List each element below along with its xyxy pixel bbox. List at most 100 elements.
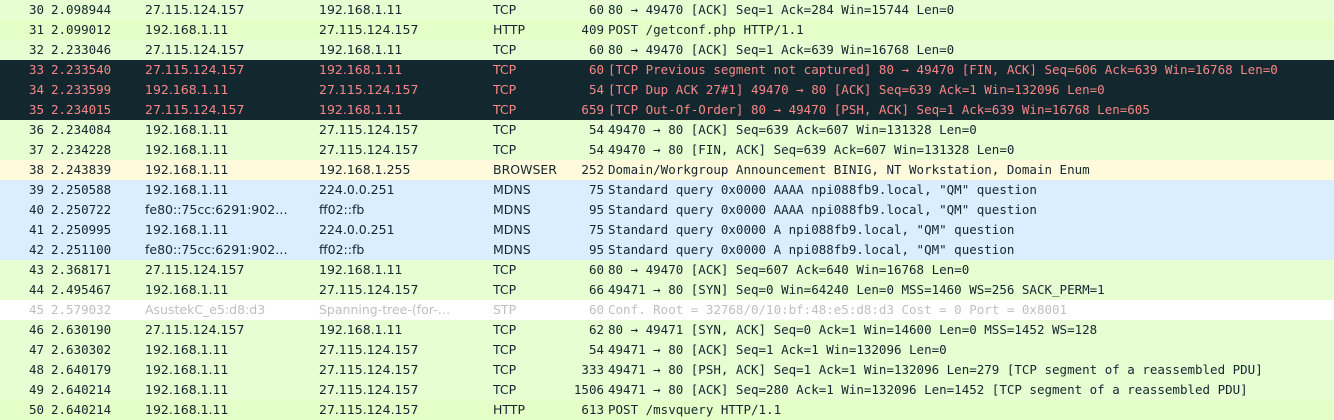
packet-destination: 224.0.0.251 — [319, 182, 395, 197]
packet-destination: 27.115.124.157 — [319, 362, 419, 377]
packet-info: 80 → 49470 [ACK] Seq=1 Ack=639 Win=16768… — [608, 42, 955, 57]
packet-row[interactable]: 34 2.233599 192.168.1.11 27.115.124.157 … — [0, 80, 1334, 100]
packet-row[interactable]: 40 2.250722 fe80::75cc:6291:902… ff02::f… — [0, 200, 1334, 220]
packet-number: 45 — [28, 302, 44, 317]
packet-destination: 27.115.124.157 — [319, 122, 419, 137]
packet-row[interactable]: 46 2.630190 27.115.124.157 192.168.1.11 … — [0, 320, 1334, 340]
packet-number: 46 — [28, 322, 44, 337]
packet-info: 49470 → 80 [ACK] Seq=639 Ack=607 Win=131… — [608, 122, 977, 137]
packet-source: fe80::75cc:6291:902… — [145, 202, 288, 217]
packet-number: 49 — [28, 382, 44, 397]
packet-number: 31 — [28, 22, 44, 37]
packet-number: 33 — [28, 62, 44, 77]
packet-number: 36 — [28, 122, 44, 137]
packet-row[interactable]: 39 2.250588 192.168.1.11 224.0.0.251 MDN… — [0, 180, 1334, 200]
packet-row[interactable]: 49 2.640214 192.168.1.11 27.115.124.157 … — [0, 380, 1334, 400]
packet-length: 62 — [588, 322, 604, 337]
packet-length: 54 — [588, 82, 604, 97]
packet-length: 54 — [588, 342, 604, 357]
packet-destination: ff02::fb — [319, 202, 365, 217]
packet-number: 44 — [28, 282, 44, 297]
packet-destination: 27.115.124.157 — [319, 382, 419, 397]
packet-source: 192.168.1.11 — [145, 142, 229, 157]
packet-destination: 192.168.1.11 — [319, 262, 403, 277]
packet-row[interactable]: 36 2.234084 192.168.1.11 27.115.124.157 … — [0, 120, 1334, 140]
packet-info: 49471 → 80 [ACK] Seq=1 Ack=1 Win=132096 … — [608, 342, 947, 357]
packet-row[interactable]: 45 2.579032 AsustekC_e5:d8:d3 Spanning-t… — [0, 300, 1334, 320]
packet-source: 27.115.124.157 — [145, 42, 245, 57]
packet-time: 2.243839 — [51, 162, 112, 177]
packet-length: 60 — [588, 42, 604, 57]
packet-time: 2.098944 — [51, 2, 112, 17]
packet-source: 192.168.1.11 — [145, 342, 229, 357]
packet-info: Standard query 0x0000 A npi088fb9.local,… — [608, 222, 1015, 237]
packet-list[interactable]: 30 2.098944 27.115.124.157 192.168.1.11 … — [0, 0, 1334, 420]
packet-row[interactable]: 41 2.250995 192.168.1.11 224.0.0.251 MDN… — [0, 220, 1334, 240]
packet-destination: 192.168.1.11 — [319, 42, 403, 57]
packet-source: 192.168.1.11 — [145, 82, 229, 97]
packet-length: 1506 — [573, 382, 604, 397]
packet-time: 2.099012 — [51, 22, 112, 37]
packet-row[interactable]: 43 2.368171 27.115.124.157 192.168.1.11 … — [0, 260, 1334, 280]
packet-info: [TCP Out-Of-Order] 80 → 49470 [PSH, ACK]… — [608, 102, 1150, 117]
packet-row[interactable]: 48 2.640179 192.168.1.11 27.115.124.157 … — [0, 360, 1334, 380]
packet-row[interactable]: 37 2.234228 192.168.1.11 27.115.124.157 … — [0, 140, 1334, 160]
packet-number: 34 — [28, 82, 44, 97]
packet-number: 43 — [28, 262, 44, 277]
packet-length: 613 — [581, 402, 604, 417]
packet-time: 2.495467 — [51, 282, 112, 297]
packet-info: 80 → 49470 [ACK] Seq=1 Ack=284 Win=15744… — [608, 2, 955, 17]
packet-row[interactable]: 32 2.233046 27.115.124.157 192.168.1.11 … — [0, 40, 1334, 60]
packet-row[interactable]: 44 2.495467 192.168.1.11 27.115.124.157 … — [0, 280, 1334, 300]
packet-info: POST /getconf.php HTTP/1.1 — [608, 22, 804, 37]
packet-row[interactable]: 47 2.630302 192.168.1.11 27.115.124.157 … — [0, 340, 1334, 360]
packet-number: 38 — [28, 162, 44, 177]
packet-source: 192.168.1.11 — [145, 182, 229, 197]
packet-destination: 192.168.1.11 — [319, 2, 403, 17]
packet-source: 27.115.124.157 — [145, 102, 245, 117]
packet-number: 50 — [28, 402, 44, 417]
packet-time: 2.250995 — [51, 222, 112, 237]
packet-source: 27.115.124.157 — [145, 2, 245, 17]
packet-number: 47 — [28, 342, 44, 357]
packet-number: 35 — [28, 102, 44, 117]
packet-time: 2.368171 — [51, 262, 112, 277]
packet-length: 659 — [581, 102, 604, 117]
packet-time: 2.630302 — [51, 342, 112, 357]
packet-source: 192.168.1.11 — [145, 162, 229, 177]
packet-row[interactable]: 31 2.099012 192.168.1.11 27.115.124.157 … — [0, 20, 1334, 40]
packet-source: 192.168.1.11 — [145, 22, 229, 37]
packet-destination: 192.168.1.11 — [319, 322, 403, 337]
packet-number: 41 — [28, 222, 44, 237]
packet-number: 37 — [28, 142, 44, 157]
packet-length: 252 — [581, 162, 604, 177]
packet-info: Standard query 0x0000 AAAA npi088fb9.loc… — [608, 182, 1037, 197]
packet-info: 49470 → 80 [FIN, ACK] Seq=639 Ack=607 Wi… — [608, 142, 1015, 157]
packet-info: 49471 → 80 [PSH, ACK] Seq=1 Ack=1 Win=13… — [608, 362, 1263, 377]
packet-length: 54 — [588, 142, 604, 157]
packet-info: POST /msvquery HTTP/1.1 — [608, 402, 782, 417]
packet-length: 409 — [581, 22, 604, 37]
packet-info: Domain/Workgroup Announcement BINIG, NT … — [608, 162, 1090, 177]
packet-number: 32 — [28, 42, 44, 57]
packet-row[interactable]: 42 2.251100 fe80::75cc:6291:902… ff02::f… — [0, 240, 1334, 260]
packet-info: 49471 → 80 [SYN] Seq=0 Win=64240 Len=0 M… — [608, 282, 1105, 297]
packet-info: 49471 → 80 [ACK] Seq=280 Ack=1 Win=13209… — [608, 382, 1248, 397]
packet-source: 192.168.1.11 — [145, 282, 229, 297]
packet-row[interactable]: 30 2.098944 27.115.124.157 192.168.1.11 … — [0, 0, 1334, 20]
packet-length: 60 — [588, 2, 604, 17]
packet-length: 60 — [588, 62, 604, 77]
packet-number: 42 — [28, 242, 44, 257]
packet-length: 66 — [588, 282, 604, 297]
packet-row[interactable]: 38 2.243839 192.168.1.11 192.168.1.255 B… — [0, 160, 1334, 180]
packet-length: 60 — [588, 302, 604, 317]
packet-info: 80 → 49471 [SYN, ACK] Seq=0 Ack=1 Win=14… — [608, 322, 1098, 337]
packet-row[interactable]: 33 2.233540 27.115.124.157 192.168.1.11 … — [0, 60, 1334, 80]
packet-info: Conf. Root = 32768/0/10:bf:48:e5:d8:d3 C… — [608, 302, 1068, 317]
packet-time: 2.640179 — [51, 362, 112, 377]
packet-time: 2.234015 — [51, 102, 112, 117]
packet-source: 27.115.124.157 — [145, 322, 245, 337]
packet-row[interactable]: 35 2.234015 27.115.124.157 192.168.1.11 … — [0, 100, 1334, 120]
packet-source: 27.115.124.157 — [145, 62, 245, 77]
packet-row[interactable]: 50 2.640214 192.168.1.11 27.115.124.157 … — [0, 400, 1334, 420]
